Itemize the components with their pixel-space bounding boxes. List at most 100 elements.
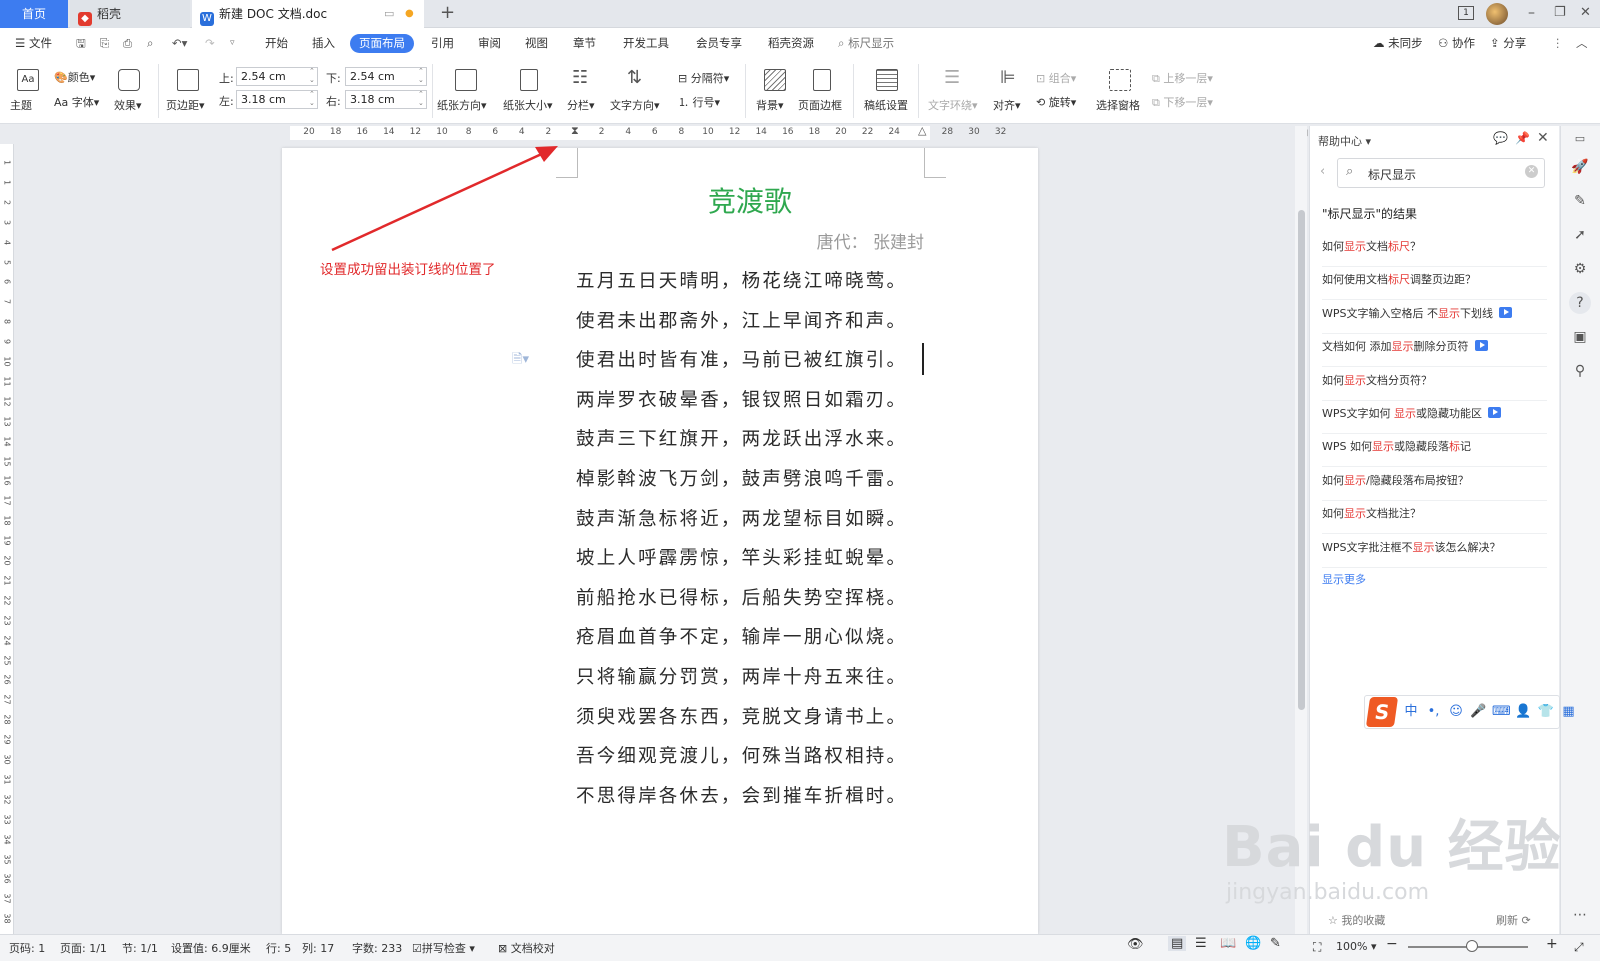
- sogou-logo-icon[interactable]: S: [1365, 697, 1399, 727]
- poem-line[interactable]: 五月五日天晴明，杨花绕江啼晓莺。: [576, 267, 907, 293]
- paper-setting-button[interactable]: 稿纸设置: [864, 97, 908, 113]
- save-icon[interactable]: 🖫: [76, 34, 86, 53]
- top-margin-input[interactable]: 2.54 cm: [236, 67, 318, 86]
- show-more-link[interactable]: 显示更多: [1322, 571, 1366, 587]
- pin-icon[interactable]: 📌: [1515, 131, 1530, 145]
- window-count-badge[interactable]: 1: [1458, 6, 1474, 20]
- refresh-button[interactable]: 刷新 ⟳: [1496, 912, 1531, 928]
- zoom-out-button[interactable]: −: [1386, 936, 1398, 952]
- undo-icon[interactable]: ↶▾: [172, 34, 187, 53]
- rocket-icon[interactable]: 🚀: [1571, 158, 1589, 176]
- menu-page-layout[interactable]: 页面布局: [350, 34, 414, 53]
- ime-skin-icon[interactable]: 👕: [1537, 703, 1555, 721]
- redo-icon[interactable]: ↷: [205, 34, 215, 53]
- ime-toolbox-icon[interactable]: ▦: [1560, 703, 1578, 721]
- menu-review[interactable]: 审阅: [478, 34, 501, 53]
- fullscreen-icon[interactable]: ⤢: [1574, 940, 1584, 955]
- ime-keyboard-icon[interactable]: ⌨: [1492, 703, 1511, 721]
- poem-line[interactable]: 坡上人呼霹雳惊，竿头彩挂虹蜺晕。: [576, 544, 907, 570]
- help-search-input[interactable]: ⌕ 标尺显示 ✕: [1337, 158, 1545, 188]
- clear-icon[interactable]: ✕: [1525, 165, 1538, 178]
- poem-line[interactable]: 鼓声三下红旗开，两龙跃出浮水来。: [576, 425, 907, 451]
- paper-grid-icon[interactable]: [876, 69, 898, 91]
- poem-line[interactable]: 前船抢水已得标，后船失势空挥桡。: [576, 584, 907, 610]
- bottom-margin-input[interactable]: 2.54 cm: [345, 67, 427, 86]
- menu-daoke-resources[interactable]: 稻壳资源: [768, 34, 814, 53]
- help-center-title[interactable]: 帮助中心 ▾: [1318, 133, 1371, 149]
- background-button[interactable]: 背景▾: [756, 97, 784, 113]
- status-pages[interactable]: 页面: 1/1: [60, 940, 107, 956]
- right-indent-icon[interactable]: △: [918, 124, 926, 137]
- tab-daoke[interactable]: ◆ 稻壳: [70, 0, 190, 28]
- collapse-ribbon-icon[interactable]: ︿: [1576, 34, 1588, 53]
- page-view-icon[interactable]: ▤: [1168, 936, 1187, 951]
- eye-protection-icon[interactable]: 👁: [1127, 937, 1144, 952]
- scrollbar-thumb[interactable]: [1298, 210, 1305, 710]
- paragraph-layout-icon[interactable]: 🗎▾: [512, 350, 529, 372]
- help-result-item[interactable]: WPS 如何显示或隐藏段落标记: [1322, 434, 1547, 468]
- orientation-button[interactable]: 纸张方向▾: [437, 97, 487, 113]
- line-number-button[interactable]: ⒈ 行号▾: [678, 94, 720, 110]
- more-icon[interactable]: ⋮: [1552, 34, 1564, 53]
- poem-line[interactable]: 只将输赢分罚赏，两岸十舟五来往。: [576, 663, 907, 689]
- proofread-button[interactable]: ⊠ 文档校对: [498, 940, 555, 956]
- ime-chinese-mode[interactable]: 中: [1402, 703, 1420, 721]
- menu-member[interactable]: 会员专享: [696, 34, 742, 53]
- columns-icon[interactable]: ☷: [572, 67, 588, 88]
- status-setting[interactable]: 设置值: 6.9厘米: [171, 940, 251, 956]
- page-border-button[interactable]: 页面边框: [798, 97, 842, 113]
- selection-pane-button[interactable]: 选择窗格: [1096, 97, 1140, 113]
- help-result-item[interactable]: 如何显示/隐藏段落布局按钮？: [1322, 468, 1547, 501]
- help-result-item[interactable]: 文档如何 添加显示删除分页符: [1322, 334, 1547, 368]
- chat-icon[interactable]: 💬: [1493, 131, 1508, 145]
- more-horizontal-icon[interactable]: ⋯: [1571, 906, 1589, 924]
- effect-button[interactable]: 效果▾: [114, 97, 142, 113]
- zoom-slider-thumb[interactable]: [1466, 940, 1478, 952]
- menu-chapter[interactable]: 章节: [573, 34, 596, 53]
- help-result-item[interactable]: WPS文字输入空格后 不显示下划线: [1322, 301, 1547, 334]
- status-col[interactable]: 列: 17: [302, 940, 334, 956]
- reading-view-icon[interactable]: 📖: [1220, 936, 1236, 951]
- location-icon[interactable]: ⚲: [1571, 362, 1589, 380]
- background-icon[interactable]: [764, 69, 786, 91]
- poem-line[interactable]: 使君出时皆有准，马前已被红旗引。: [576, 346, 907, 372]
- zoom-in-button[interactable]: +: [1546, 936, 1558, 952]
- command-search[interactable]: ⌕ 标尺显示: [838, 34, 894, 53]
- ime-voice-icon[interactable]: 🎤: [1470, 703, 1488, 721]
- font-button[interactable]: Aa 字体▾: [54, 94, 99, 110]
- right-margin-input[interactable]: 3.18 cm: [345, 90, 427, 109]
- share-button[interactable]: ⇪ 分享: [1490, 34, 1526, 53]
- selection-pane-icon[interactable]: [1109, 69, 1131, 91]
- cursor-icon[interactable]: ➚: [1571, 226, 1589, 244]
- align-icon[interactable]: ⊫: [1000, 67, 1016, 88]
- outline-view-icon[interactable]: ☰: [1195, 936, 1207, 951]
- tab-document[interactable]: W 新建 DOC 文档.doc ▭ ●: [192, 0, 424, 28]
- menu-start[interactable]: 开始: [265, 34, 288, 53]
- export-pdf-icon[interactable]: ⎘: [100, 34, 109, 53]
- write-view-icon[interactable]: ✎: [1270, 936, 1281, 951]
- margin-icon[interactable]: [177, 69, 199, 91]
- help-icon[interactable]: ?: [1569, 292, 1591, 314]
- theme-button[interactable]: 主题: [10, 97, 32, 113]
- zoom-level[interactable]: 100% ▾: [1336, 940, 1376, 953]
- effect-icon[interactable]: [118, 69, 140, 91]
- columns-button[interactable]: 分栏▾: [567, 97, 595, 113]
- poem-line[interactable]: 疮眉血首争不定，输岸一朋心似烧。: [576, 623, 907, 649]
- poem-line[interactable]: 鼓声渐急标将近，两龙望标目如瞬。: [576, 505, 907, 531]
- ime-punctuation-icon[interactable]: •,: [1425, 703, 1443, 721]
- image-icon[interactable]: ▣: [1571, 328, 1589, 346]
- margin-button[interactable]: 页边距▾: [166, 97, 205, 113]
- paper-size-icon[interactable]: [520, 69, 538, 91]
- menu-developer[interactable]: 开发工具: [623, 34, 669, 53]
- help-result-item[interactable]: 如何显示文档标尺？: [1322, 234, 1547, 267]
- indent-marker-icon[interactable]: ⧗: [571, 124, 579, 138]
- tab-home[interactable]: 首页: [0, 0, 68, 28]
- menu-view[interactable]: 视图: [525, 34, 548, 53]
- status-page-number[interactable]: 页码: 1: [9, 940, 45, 956]
- tab-monitor-icon[interactable]: ▭: [384, 0, 394, 28]
- close-button[interactable]: ✕: [1580, 5, 1591, 20]
- poem-line[interactable]: 使君未出郡斋外，江上早闻齐和声。: [576, 307, 907, 333]
- customize-toolbar-icon[interactable]: ▿: [230, 34, 235, 53]
- menu-insert[interactable]: 插入: [312, 34, 335, 53]
- color-button[interactable]: 🎨颜色▾: [54, 69, 95, 85]
